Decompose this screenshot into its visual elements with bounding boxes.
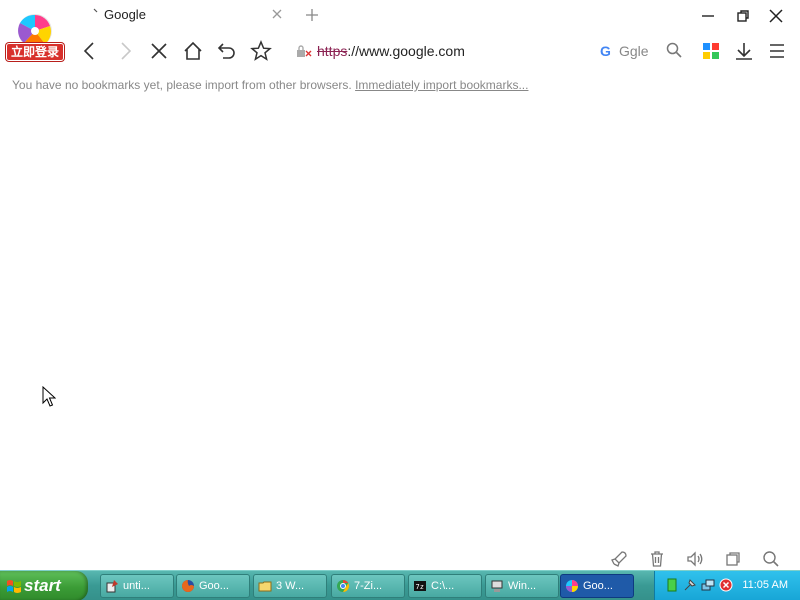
search-label: Ggle [619, 43, 649, 59]
task-label: Goo... [199, 580, 229, 592]
loading-icon [93, 8, 98, 13]
insecure-lock-icon[interactable] [296, 44, 312, 58]
url-text[interactable]: https://www.google.com [317, 43, 465, 59]
apps-grid-icon[interactable] [700, 40, 722, 62]
no-bookmarks-message: You have no bookmarks yet, please import… [12, 78, 352, 92]
mouse-pointer-icon [42, 386, 56, 407]
chrome-icon [337, 580, 350, 592]
url-scheme: https [317, 43, 348, 59]
menu-icon[interactable] [766, 40, 788, 62]
browser-icon [566, 580, 578, 592]
clock[interactable]: 11:05 AM [742, 579, 788, 591]
taskbar-button-explorer-group[interactable]: 3 W... [253, 574, 327, 598]
forward-icon[interactable] [114, 40, 136, 62]
green-doc-icon[interactable] [665, 578, 679, 592]
task-label: Goo... [583, 580, 613, 592]
firefox-icon [182, 580, 194, 592]
stop-loading-icon[interactable] [148, 40, 170, 62]
trash-icon[interactable] [648, 550, 666, 568]
home-icon[interactable] [182, 40, 204, 62]
search-icon[interactable] [666, 42, 682, 58]
task-label: 7-Zi... [354, 580, 383, 592]
back-icon[interactable] [79, 40, 101, 62]
taskbar: start unti... Goo... 3 W... 7-Zi... 7z C… [0, 570, 800, 600]
import-bookmarks-link[interactable]: Immediately import bookmarks... [355, 78, 528, 92]
browser-logo[interactable]: 立即登录 [6, 10, 64, 62]
minimize-icon[interactable] [698, 6, 718, 26]
rocket-icon[interactable] [610, 550, 628, 568]
taskbar-button-paint[interactable]: unti... [100, 574, 174, 598]
computer-icon [491, 580, 503, 592]
security-alert-icon[interactable] [719, 578, 733, 592]
download-icon[interactable] [733, 40, 755, 62]
task-label: 3 W... [276, 580, 305, 592]
start-label: start [24, 576, 61, 595]
google-search-engine-icon[interactable]: G [600, 43, 611, 59]
search-box[interactable]: G Ggle [600, 40, 690, 62]
7zip-icon: 7z [414, 581, 426, 591]
taskbar-button-7zip[interactable]: 7z C:\... [408, 574, 482, 598]
new-tab-icon[interactable] [304, 7, 320, 23]
tab-google[interactable]: Google [86, 0, 292, 30]
taskbar-button-window[interactable]: Win... [485, 574, 559, 598]
zoom-icon[interactable] [762, 550, 780, 568]
start-button[interactable]: start [0, 571, 88, 600]
task-label: Win... [508, 580, 537, 592]
status-bar-tools [610, 550, 780, 568]
task-label: unti... [123, 580, 150, 592]
undo-icon[interactable] [216, 40, 238, 62]
windows-flag-icon [7, 580, 21, 593]
address-bar[interactable]: https://www.google.com [296, 40, 586, 62]
paint-icon [106, 580, 118, 593]
taskbar-button-chrome[interactable]: 7-Zi... [331, 574, 405, 598]
tab-close-icon[interactable] [270, 7, 284, 21]
task-label: C:\... [431, 580, 455, 592]
window-copy-icon[interactable] [724, 550, 742, 568]
login-badge[interactable]: 立即登录 [6, 43, 64, 61]
taskbar-button-browser-active[interactable]: Goo... [560, 574, 634, 598]
svg-text:7z: 7z [416, 583, 424, 591]
close-window-icon[interactable] [766, 6, 786, 26]
volume-icon[interactable] [686, 550, 704, 568]
star-icon[interactable] [250, 40, 272, 62]
folder-icon [258, 581, 272, 592]
tool-icon[interactable] [683, 578, 697, 592]
bookmark-bar: You have no bookmarks yet, please import… [12, 78, 528, 92]
url-host: ://www.google.com [347, 43, 465, 59]
taskbar-button-firefox[interactable]: Goo... [176, 574, 250, 598]
system-tray: 11:05 AM [654, 571, 800, 600]
restore-icon[interactable] [733, 6, 753, 26]
network-icon[interactable] [701, 578, 715, 592]
tab-title: Google [104, 7, 146, 22]
